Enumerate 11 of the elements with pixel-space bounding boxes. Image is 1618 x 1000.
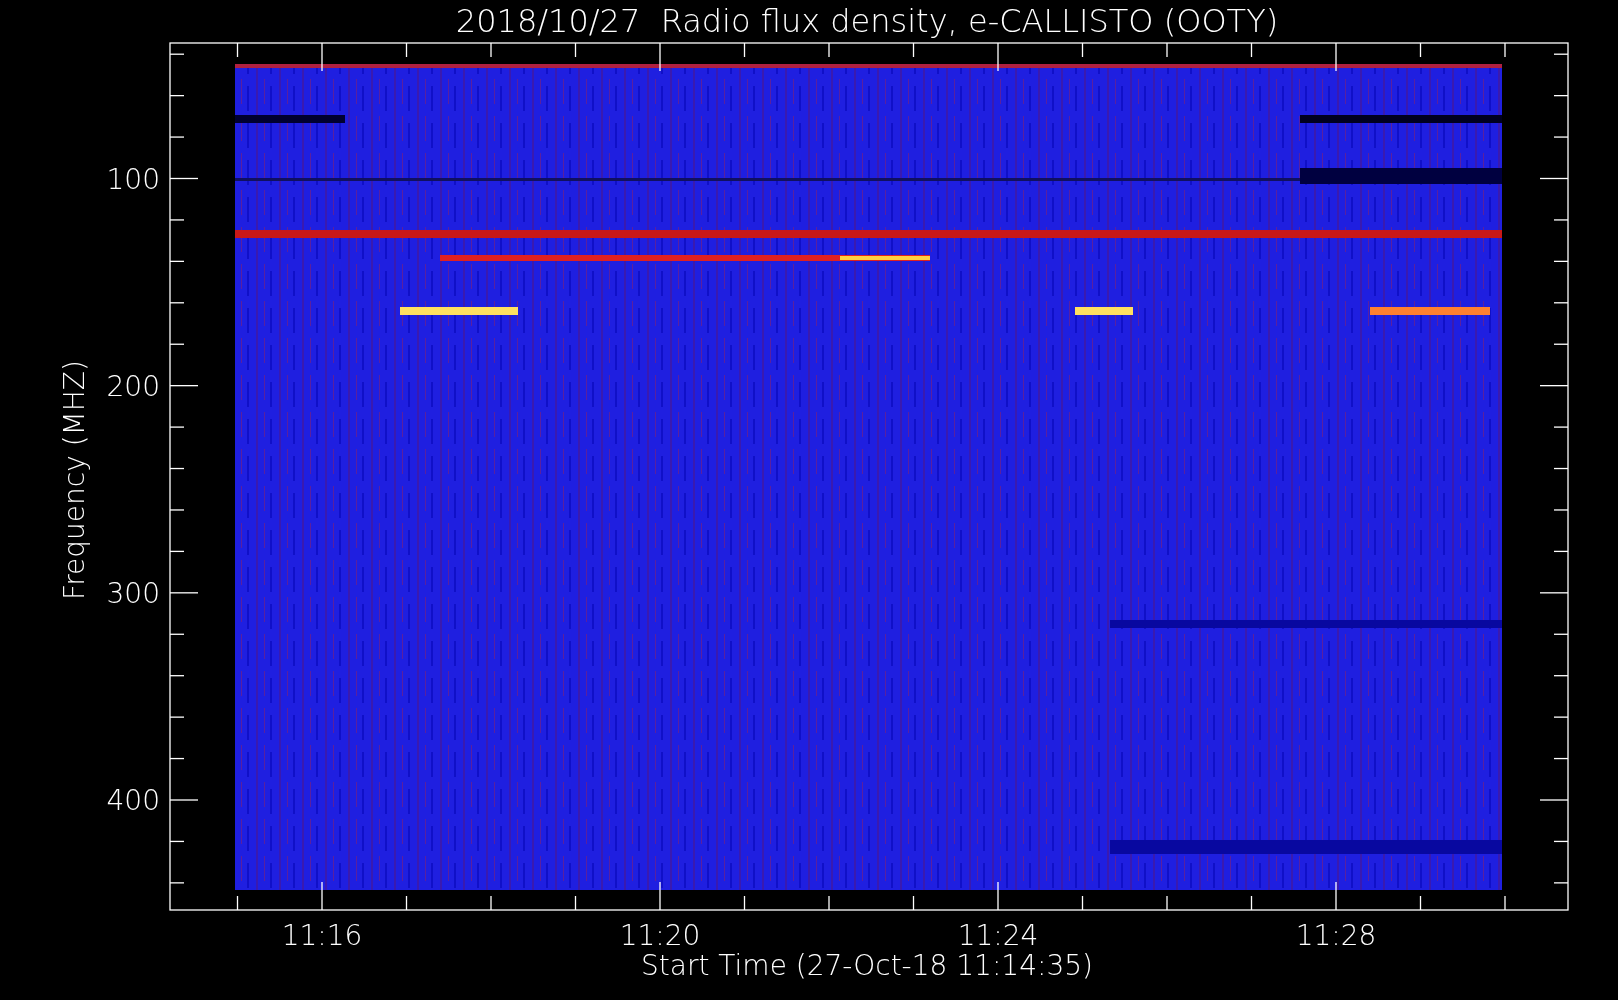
chart-title: 2018/10/27 Radio flux density, e-CALLISTO (OOTY) bbox=[455, 2, 1279, 40]
x-tick-label: 11:16 bbox=[281, 919, 363, 952]
x-axis-label: Start Time (27-Oct-18 11:14:35) bbox=[641, 949, 1093, 982]
x-tick-label: 11:24 bbox=[957, 919, 1039, 952]
y-tick-label: 200 bbox=[106, 369, 160, 403]
y-tick-label: 300 bbox=[106, 576, 160, 610]
y-axis-label: Frequency (MHZ) bbox=[58, 360, 91, 600]
y-tick-label: 100 bbox=[106, 162, 160, 196]
x-tick-label: 11:28 bbox=[1295, 919, 1377, 952]
y-tick-label: 400 bbox=[106, 784, 160, 817]
x-tick-label: 11:20 bbox=[619, 919, 701, 952]
